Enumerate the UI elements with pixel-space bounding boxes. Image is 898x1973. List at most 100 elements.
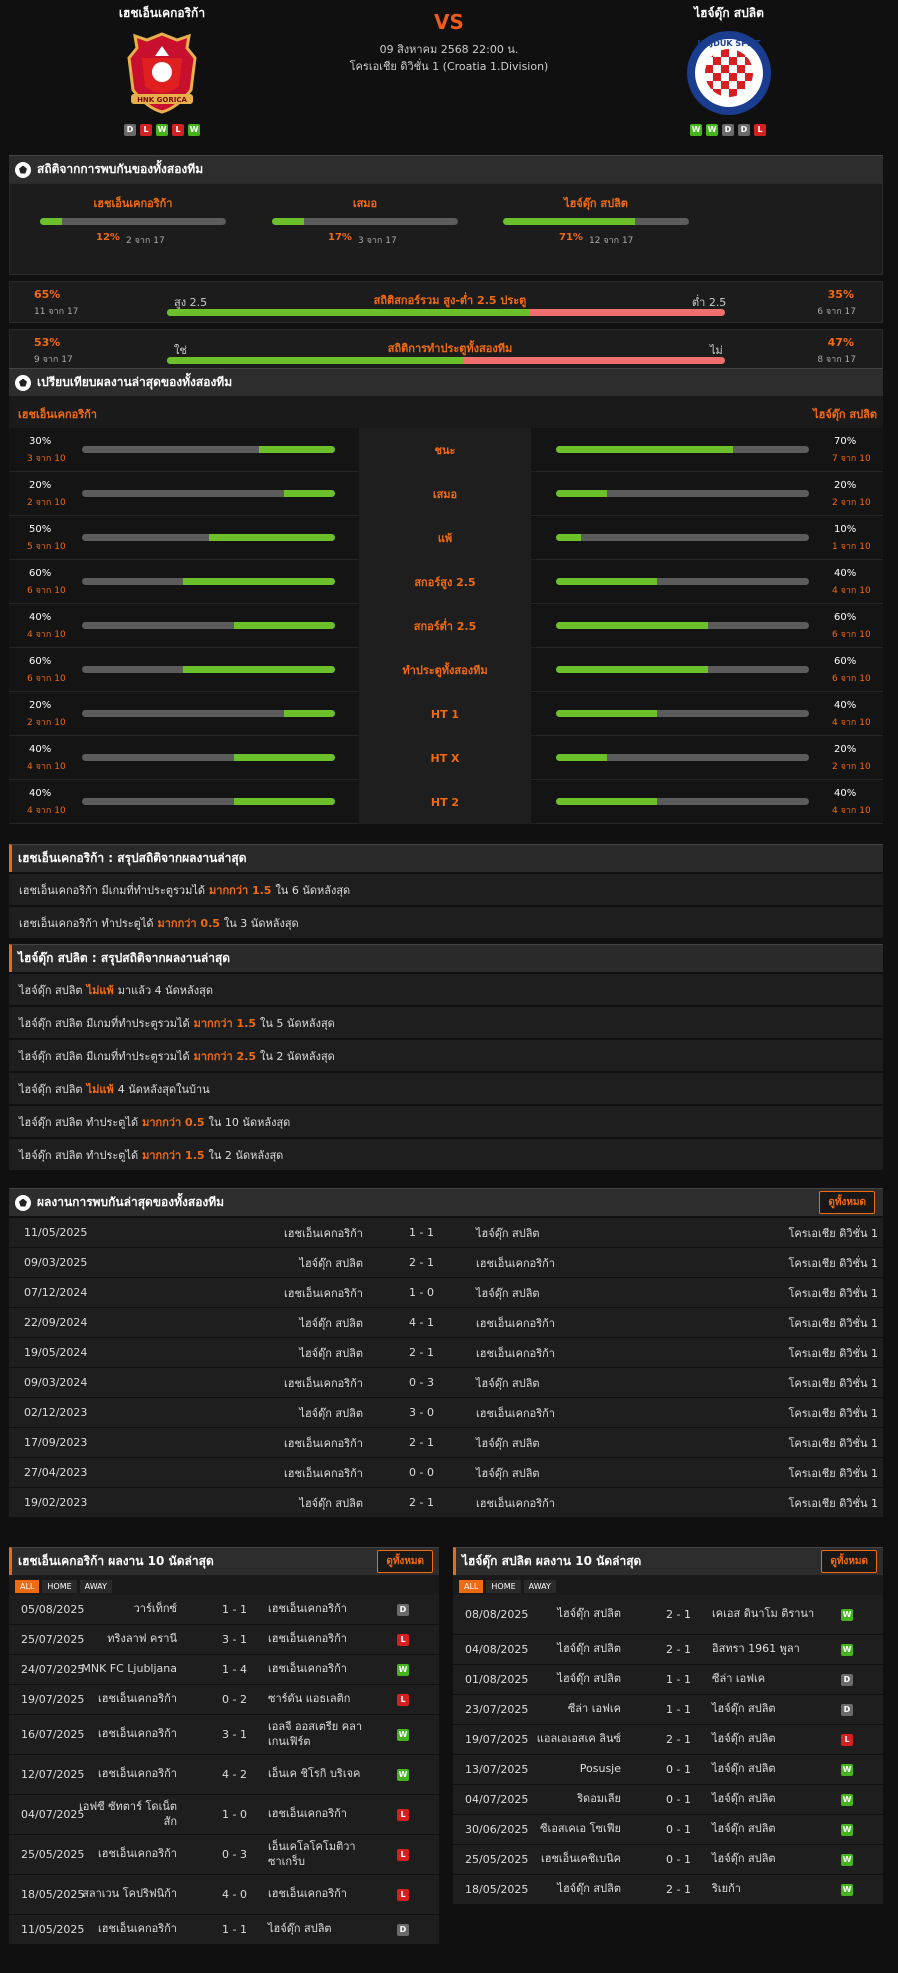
recent-match-row[interactable]: 18/05/2025 ไฮจ์ดุ๊ก สปลิต 2 - 1 ริเยก้า W [453, 1875, 883, 1905]
away-team[interactable]: เอ็นเคโลโคโมติวา ซาเกร็บ [268, 1840, 378, 1869]
away-team[interactable]: เฮชเอ็นเคกอริก้า [268, 1632, 378, 1646]
away-team[interactable]: เฮชเอ็นเคกอริก้า [268, 1602, 378, 1616]
view-all-button[interactable]: ดูทั้งหมด [821, 1550, 877, 1573]
home-team[interactable]: ไฮจ์ดุ๊ก สปลิต [299, 1404, 363, 1422]
filter-tab-home[interactable]: HOME [486, 1580, 521, 1593]
recent-match-row[interactable]: 25/05/2025 เฮชเอ็นเคกอริก้า 0 - 3 เอ็นเคโลโ… [9, 1835, 439, 1875]
filter-tab-away[interactable]: AWAY [523, 1580, 556, 1593]
away-team[interactable]: เอลจี ออสเตรีย คลาเกนเฟิร์ต [268, 1720, 378, 1749]
away-team[interactable]: ไฮจ์ดุ๊ก สปลิต [712, 1822, 822, 1836]
h2h-result-row[interactable]: 09/03/2024 เฮชเอ็นเคกอริก้า 0 - 3 ไฮจ์ดุ๊ก … [9, 1368, 883, 1398]
away-team[interactable]: ริเยก้า [712, 1882, 822, 1896]
away-team[interactable]: เฮชเอ็นเคกอริก้า [268, 1662, 378, 1676]
away-team[interactable]: อิสทรา 1961 พูลา [712, 1642, 822, 1656]
recent-match-row[interactable]: 19/07/2025 แอลเอเอสเค ลินซ์ 2 - 1 ไฮจ์ดุ๊ก … [453, 1725, 883, 1755]
home-team-logo[interactable]: HNK GORICA [117, 28, 207, 118]
away-team[interactable]: ไฮจ์ดุ๊ก สปลิต [476, 1434, 540, 1452]
home-team[interactable]: Posusje [511, 1762, 621, 1776]
home-team[interactable]: เอฟซี ซัทตาร์ โดเน็ตสัก [67, 1800, 177, 1829]
recent-match-row[interactable]: 08/08/2025 ไฮจ์ดุ๊ก สปลิต 2 - 1 เคเอส ดินาโ… [453, 1595, 883, 1635]
home-team-name[interactable]: เฮชเอ็นเคกอริก้า [62, 4, 262, 23]
recent-match-row[interactable]: 11/05/2025 เฮชเอ็นเคกอริก้า 1 - 1 ไฮจ์ดุ๊ก … [9, 1915, 439, 1945]
home-team[interactable]: เฮชเอ็นเคกอริก้า [284, 1374, 363, 1392]
home-team[interactable]: ซีล่า เอฟเค [511, 1702, 621, 1716]
away-team[interactable]: เฮชเอ็นเคกอริก้า [476, 1314, 555, 1332]
recent-match-row[interactable]: 05/08/2025 วาร์เท็กซ์ 1 - 1 เฮชเอ็นเคกอริก้… [9, 1595, 439, 1625]
away-team[interactable]: ไฮจ์ดุ๊ก สปลิต [476, 1374, 540, 1392]
away-team[interactable]: เฮชเอ็นเคกอริก้า [268, 1807, 378, 1821]
home-team[interactable]: เฮชเอ็นเคกอริก้า [67, 1692, 177, 1706]
home-team[interactable]: สลาเวน โคปริฟนิก้า [67, 1887, 177, 1901]
h2h-result-row[interactable]: 22/09/2024 ไฮจ์ดุ๊ก สปลิต 4 - 1 เฮชเอ็นเคกอ… [9, 1308, 883, 1338]
away-team[interactable]: ไฮจ์ดุ๊ก สปลิต [712, 1732, 822, 1746]
home-team[interactable]: เฮชเอ็นเคกอริก้า [284, 1224, 363, 1242]
home-team[interactable]: ไฮจ์ดุ๊ก สปลิต [299, 1494, 363, 1512]
away-team[interactable]: ไฮจ์ดุ๊ก สปลิต [476, 1464, 540, 1482]
recent-match-row[interactable]: 24/07/2025 MNK FC Ljubljana 1 - 4 เฮชเอ็นเค… [9, 1655, 439, 1685]
away-team-logo[interactable]: HAJDUK SPLIT [684, 28, 774, 118]
home-team[interactable]: ซีเอสเคเอ โซเฟีย [511, 1822, 621, 1836]
home-team[interactable]: เฮชเอ็นเคกอริก้า [67, 1922, 177, 1936]
recent-match-row[interactable]: 30/06/2025 ซีเอสเคเอ โซเฟีย 0 - 1 ไฮจ์ดุ๊ก … [453, 1815, 883, 1845]
away-team[interactable]: เฮชเอ็นเคกอริก้า [268, 1887, 378, 1901]
home-team[interactable]: ไฮจ์ดุ๊ก สปลิต [511, 1642, 621, 1656]
away-team[interactable]: เฮชเอ็นเคกอริก้า [476, 1404, 555, 1422]
home-team[interactable]: MNK FC Ljubljana [67, 1662, 177, 1676]
away-team[interactable]: เฮชเอ็นเคกอริก้า [476, 1494, 555, 1512]
home-team[interactable]: ไฮจ์ดุ๊ก สปลิต [511, 1607, 621, 1621]
home-team[interactable]: ไฮจ์ดุ๊ก สปลิต [511, 1882, 621, 1896]
h2h-result-row[interactable]: 19/02/2023 ไฮจ์ดุ๊ก สปลิต 2 - 1 เฮชเอ็นเคกอ… [9, 1488, 883, 1518]
view-all-button[interactable]: ดูทั้งหมด [377, 1550, 433, 1573]
home-team[interactable]: ไฮจ์ดุ๊ก สปลิต [299, 1314, 363, 1332]
recent-match-row[interactable]: 13/07/2025 Posusje 0 - 1 ไฮจ์ดุ๊ก สปลิต W [453, 1755, 883, 1785]
home-team[interactable]: เฮชเอ็นเคกอริก้า [67, 1727, 177, 1741]
h2h-result-row[interactable]: 02/12/2023 ไฮจ์ดุ๊ก สปลิต 3 - 0 เฮชเอ็นเคกอ… [9, 1398, 883, 1428]
h2h-result-row[interactable]: 17/09/2023 เฮชเอ็นเคกอริก้า 2 - 1 ไฮจ์ดุ๊ก … [9, 1428, 883, 1458]
h2h-result-row[interactable]: 07/12/2024 เฮชเอ็นเคกอริก้า 1 - 0 ไฮจ์ดุ๊ก … [9, 1278, 883, 1308]
away-team[interactable]: ไฮจ์ดุ๊ก สปลิต [712, 1762, 822, 1776]
home-team[interactable]: เฮชเอ็นเคกอริก้า [284, 1434, 363, 1452]
filter-tab-all[interactable]: ALL [459, 1580, 484, 1593]
recent-match-row[interactable]: 19/07/2025 เฮชเอ็นเคกอริก้า 0 - 2 ซาร์ดัน แ… [9, 1685, 439, 1715]
recent-match-row[interactable]: 25/07/2025 ทริงลาฟ ครานี 3 - 1 เฮชเอ็นเคกอร… [9, 1625, 439, 1655]
away-team[interactable]: ซีล่า เอฟเค [712, 1672, 822, 1686]
away-team[interactable]: ไฮจ์ดุ๊ก สปลิต [712, 1792, 822, 1806]
home-team[interactable]: ริดอมเลีย [511, 1792, 621, 1806]
recent-match-row[interactable]: 04/08/2025 ไฮจ์ดุ๊ก สปลิต 2 - 1 อิสทรา 1961… [453, 1635, 883, 1665]
away-team-name[interactable]: ไฮจ์ดุ๊ก สปลิต [629, 4, 829, 23]
home-team[interactable]: ไฮจ์ดุ๊ก สปลิต [299, 1344, 363, 1362]
recent-match-row[interactable]: 04/07/2025 เอฟซี ซัทตาร์ โดเน็ตสัก 1 - 0 เฮ… [9, 1795, 439, 1835]
home-team[interactable]: วาร์เท็กซ์ [67, 1602, 177, 1616]
view-all-button[interactable]: ดูทั้งหมด [819, 1191, 875, 1214]
home-team[interactable]: เฮชเอ็นเคกอริก้า [284, 1464, 363, 1482]
recent-match-row[interactable]: 16/07/2025 เฮชเอ็นเคกอริก้า 3 - 1 เอลจี ออส… [9, 1715, 439, 1755]
away-team[interactable]: เอ็นเค ชิโรกิ บริเจค [268, 1767, 378, 1781]
away-team[interactable]: เคเอส ดินาโม ติรานา [712, 1607, 822, 1621]
h2h-result-row[interactable]: 19/05/2024 ไฮจ์ดุ๊ก สปลิต 2 - 1 เฮชเอ็นเคกอ… [9, 1338, 883, 1368]
recent-match-row[interactable]: 18/05/2025 สลาเวน โคปริฟนิก้า 4 - 0 เฮชเอ็น… [9, 1875, 439, 1915]
recent-match-row[interactable]: 04/07/2025 ริดอมเลีย 0 - 1 ไฮจ์ดุ๊ก สปลิต W [453, 1785, 883, 1815]
away-team[interactable]: เฮชเอ็นเคกอริก้า [476, 1344, 555, 1362]
away-team[interactable]: เฮชเอ็นเคกอริก้า [476, 1254, 555, 1272]
away-team[interactable]: ไฮจ์ดุ๊ก สปลิต [712, 1702, 822, 1716]
h2h-result-row[interactable]: 27/04/2023 เฮชเอ็นเคกอริก้า 0 - 0 ไฮจ์ดุ๊ก … [9, 1458, 883, 1488]
recent-match-row[interactable]: 01/08/2025 ไฮจ์ดุ๊ก สปลิต 1 - 1 ซีล่า เอฟเค… [453, 1665, 883, 1695]
away-team[interactable]: ไฮจ์ดุ๊ก สปลิต [476, 1284, 540, 1302]
home-team[interactable]: ทริงลาฟ ครานี [67, 1632, 177, 1646]
away-team[interactable]: ไฮจ์ดุ๊ก สปลิต [476, 1224, 540, 1242]
recent-match-row[interactable]: 23/07/2025 ซีล่า เอฟเค 1 - 1 ไฮจ์ดุ๊ก สปลิต… [453, 1695, 883, 1725]
match-league[interactable]: โครเอเชีย ดิวิชั่น 1 (Croatia 1.Division… [299, 57, 599, 75]
away-team[interactable]: ไฮจ์ดุ๊ก สปลิต [268, 1922, 378, 1936]
home-team[interactable]: เฮชเอ็นเคกอริก้า [284, 1284, 363, 1302]
home-team[interactable]: แอลเอเอสเค ลินซ์ [511, 1732, 621, 1746]
home-team[interactable]: เฮชเอ็นเคกอริก้า [67, 1847, 177, 1861]
home-team[interactable]: เฮชเอ็นเคกอริก้า [67, 1767, 177, 1781]
home-team[interactable]: เฮชเอ็นเคชิเบนิค [511, 1852, 621, 1866]
filter-tab-home[interactable]: HOME [42, 1580, 77, 1593]
filter-tab-all[interactable]: ALL [15, 1580, 40, 1593]
recent-match-row[interactable]: 25/05/2025 เฮชเอ็นเคชิเบนิค 0 - 1 ไฮจ์ดุ๊ก … [453, 1845, 883, 1875]
recent-match-row[interactable]: 12/07/2025 เฮชเอ็นเคกอริก้า 4 - 2 เอ็นเค ชิ… [9, 1755, 439, 1795]
h2h-result-row[interactable]: 11/05/2025 เฮชเอ็นเคกอริก้า 1 - 1 ไฮจ์ดุ๊ก … [9, 1218, 883, 1248]
home-team[interactable]: ไฮจ์ดุ๊ก สปลิต [511, 1672, 621, 1686]
h2h-result-row[interactable]: 09/03/2025 ไฮจ์ดุ๊ก สปลิต 2 - 1 เฮชเอ็นเคกอ… [9, 1248, 883, 1278]
